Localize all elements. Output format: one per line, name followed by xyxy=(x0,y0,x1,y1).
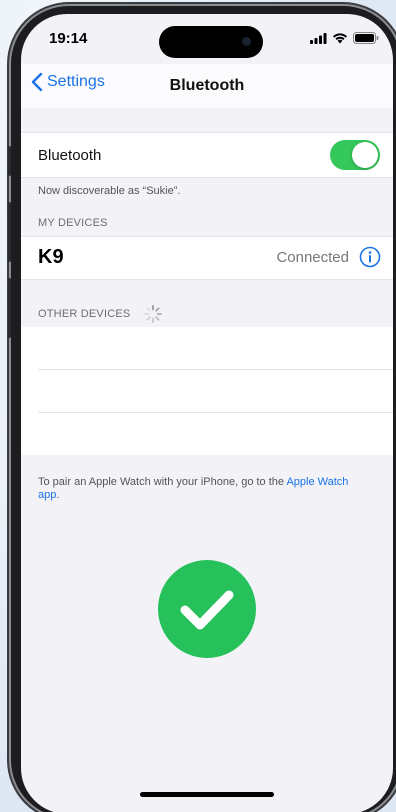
volume-down-button xyxy=(8,278,11,338)
page-title: Bluetooth xyxy=(169,77,245,94)
toggle-knob xyxy=(352,142,378,168)
action-button xyxy=(8,146,11,176)
loading-spinner-icon xyxy=(144,305,162,323)
device-name: K9 xyxy=(38,246,64,268)
signal-icon xyxy=(310,32,327,44)
discoverable-text: Now discoverable as “Sukie”. xyxy=(38,185,181,197)
bluetooth-toggle[interactable] xyxy=(330,140,380,170)
pair-apple-watch-note: To pair an Apple Watch with your iPhone,… xyxy=(38,476,368,502)
list-divider xyxy=(38,412,393,413)
device-row-k9[interactable]: K9 Connected xyxy=(21,236,393,280)
pair-note-suffix: . xyxy=(56,489,60,501)
my-devices-header: MY DEVICES xyxy=(38,217,108,229)
volume-up-button xyxy=(8,202,11,262)
bluetooth-toggle-row: Bluetooth xyxy=(21,132,393,178)
info-icon[interactable] xyxy=(359,246,381,268)
pair-note-text: To pair an Apple Watch with your iPhone,… xyxy=(38,476,287,488)
battery-icon xyxy=(353,32,379,44)
bluetooth-label: Bluetooth xyxy=(38,147,102,164)
device-status: Connected xyxy=(276,249,349,266)
navigation-bar: Settings Bluetooth xyxy=(21,64,393,108)
front-camera-icon xyxy=(242,37,251,46)
home-indicator[interactable] xyxy=(140,792,274,797)
list-divider xyxy=(38,369,393,370)
status-time: 19:14 xyxy=(49,30,88,47)
dynamic-island xyxy=(159,26,263,58)
status-icons xyxy=(310,32,379,44)
status-bar: 19:14 xyxy=(21,14,393,58)
wifi-icon xyxy=(333,33,347,44)
phone-screen: 19:14 Settings Bluetooth Bluetooth Now d… xyxy=(21,14,393,812)
other-devices-header: OTHER DEVICES xyxy=(38,308,131,320)
other-devices-list xyxy=(21,327,393,455)
checkmark-circle-icon xyxy=(158,560,256,658)
